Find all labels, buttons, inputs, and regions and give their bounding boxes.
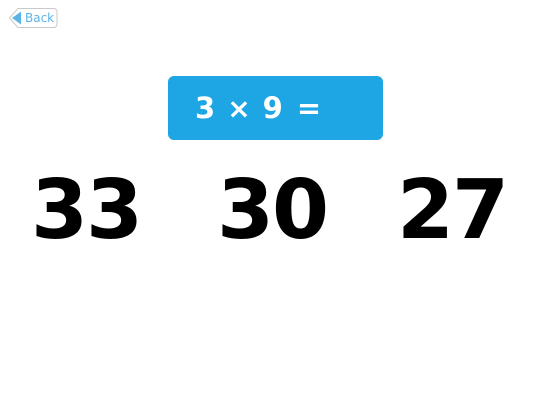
answer-choice-2[interactable]: 30 bbox=[216, 166, 329, 256]
back-label: Back bbox=[25, 11, 55, 25]
back-button[interactable]: Back bbox=[8, 7, 58, 29]
equation-box: 3 × 9 = bbox=[168, 76, 383, 140]
multiply-operator: × bbox=[227, 91, 251, 125]
equals-sign: = bbox=[296, 91, 322, 125]
operand-a: 3 bbox=[195, 91, 216, 125]
game-screen: Back 3 × 9 = 33 30 27 bbox=[0, 0, 552, 414]
answer-choice-1[interactable]: 33 bbox=[30, 166, 143, 256]
operand-b: 9 bbox=[262, 91, 283, 125]
answer-choice-3[interactable]: 27 bbox=[396, 166, 509, 256]
